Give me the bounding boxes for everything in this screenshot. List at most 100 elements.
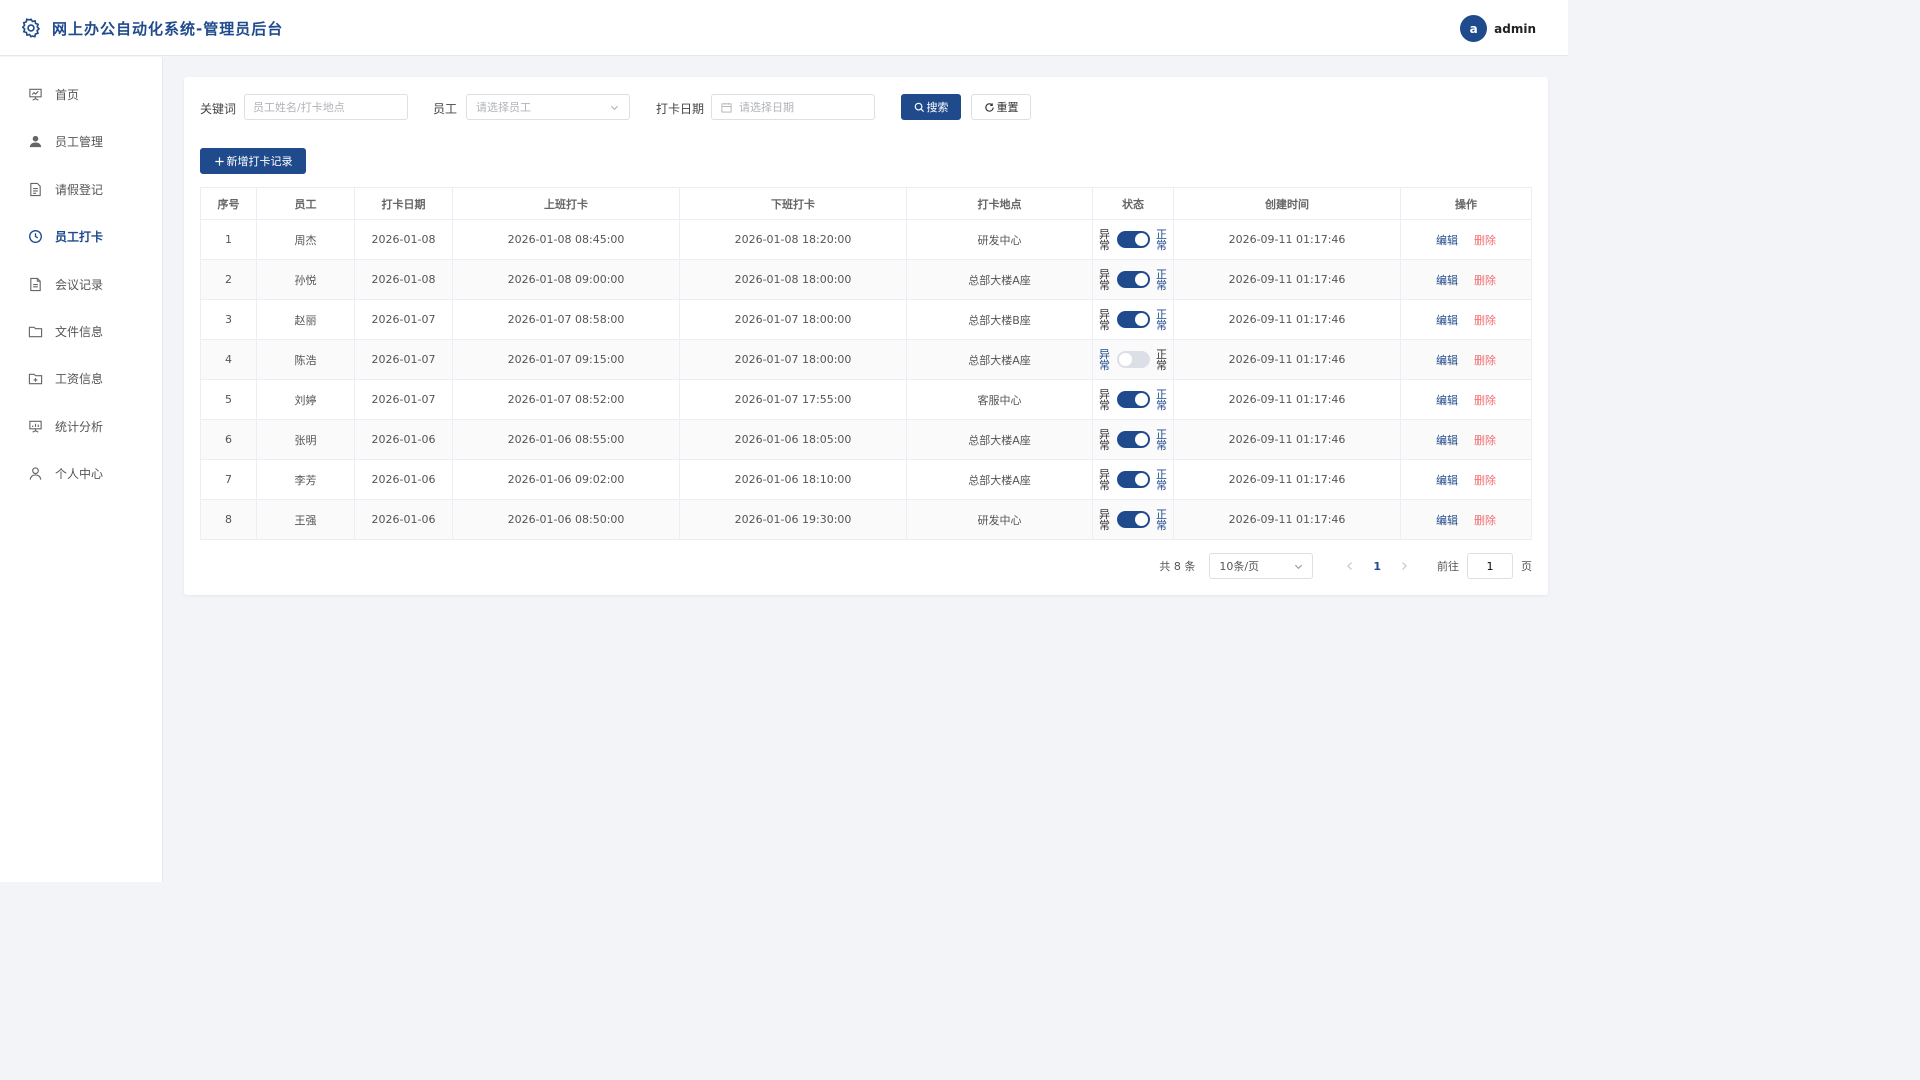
toggle-knob xyxy=(1134,473,1148,486)
edit-button[interactable]: 编辑 xyxy=(1436,354,1458,367)
status-toggle[interactable] xyxy=(1116,311,1150,328)
sidebar-item-label: 员工打卡 xyxy=(55,229,104,244)
page-size-select[interactable]: 10条/页 xyxy=(1209,553,1314,579)
column-header: 操作 xyxy=(1400,187,1532,220)
search-button[interactable]: 搜索 xyxy=(901,94,961,120)
cell-date: 2026-01-08 xyxy=(354,219,453,260)
cell-clock-in: 2026-01-06 08:55:00 xyxy=(452,419,680,460)
edit-button[interactable]: 编辑 xyxy=(1436,514,1458,527)
status-toggle[interactable] xyxy=(1116,231,1150,248)
user-menu[interactable]: a admin xyxy=(1460,15,1536,42)
status-toggle[interactable] xyxy=(1116,431,1150,448)
cell-actions: 编辑 删除 xyxy=(1400,419,1532,460)
date-picker[interactable]: 请选择日期 xyxy=(711,94,875,120)
status-toggle[interactable] xyxy=(1116,271,1150,288)
reset-button[interactable]: 重置 xyxy=(971,94,1031,120)
delete-button[interactable]: 删除 xyxy=(1474,514,1496,527)
sidebar-item-attendance[interactable]: 员工打卡 xyxy=(0,216,163,256)
status-on-char: 常 xyxy=(1156,478,1167,492)
toggle-knob xyxy=(1134,433,1148,446)
status-toggle[interactable] xyxy=(1116,511,1150,528)
edit-button[interactable]: 编辑 xyxy=(1436,394,1458,407)
sidebar-item-label: 统计分析 xyxy=(55,419,104,434)
cell-status: 异常 正常 xyxy=(1092,219,1174,260)
column-header: 下班打卡 xyxy=(679,187,907,220)
cell-employee: 周杰 xyxy=(256,219,355,260)
sidebar: 首页 员工管理 请假登记 员工打卡 会议记录 文件信息 工资信息 统计分析 个人… xyxy=(0,57,163,882)
sidebar-item-meeting-records[interactable]: 会议记录 xyxy=(0,264,163,304)
goto-page-input[interactable] xyxy=(1467,553,1513,579)
cell-clock-out: 2026-01-08 18:20:00 xyxy=(679,219,907,260)
delete-button[interactable]: 删除 xyxy=(1474,234,1496,247)
cell-employee: 刘婷 xyxy=(256,379,355,420)
status-toggle[interactable] xyxy=(1116,351,1150,368)
status-on-text: 正常 xyxy=(1156,229,1168,251)
cell-clock-in: 2026-01-07 08:52:00 xyxy=(452,379,680,420)
delete-button[interactable]: 删除 xyxy=(1474,354,1496,367)
cell-location: 总部大楼B座 xyxy=(906,299,1093,340)
column-header: 打卡日期 xyxy=(354,187,453,220)
status-on-char: 正 xyxy=(1156,227,1167,241)
sidebar-item-label: 会议记录 xyxy=(55,277,104,292)
table-header-row: 序号 员工 打卡日期 上班打卡 下班打卡 打卡地点 状态 创建时间 操作 xyxy=(200,187,1532,220)
delete-button[interactable]: 删除 xyxy=(1474,314,1496,327)
sidebar-item-leave-registration[interactable]: 请假登记 xyxy=(0,169,163,209)
sidebar-item-employee-management[interactable]: 员工管理 xyxy=(0,121,163,161)
sidebar-item-label: 个人中心 xyxy=(55,466,104,481)
status-off-text: 异常 xyxy=(1099,429,1111,451)
sidebar-item-statistics[interactable]: 统计分析 xyxy=(0,406,163,446)
user-icon xyxy=(29,135,42,147)
sidebar-item-file-info[interactable]: 文件信息 xyxy=(0,311,163,351)
cell-index: 2 xyxy=(200,259,257,300)
keyword-input[interactable] xyxy=(244,94,408,120)
column-header: 创建时间 xyxy=(1173,187,1401,220)
username[interactable]: admin xyxy=(1494,22,1536,36)
reset-button-label: 重置 xyxy=(996,101,1019,114)
cell-status: 异常正常 xyxy=(1092,459,1174,500)
page-number[interactable]: 1 xyxy=(1373,560,1381,573)
add-record-button-label: 新增打卡记录 xyxy=(226,155,293,168)
sidebar-item-label: 工资信息 xyxy=(55,371,104,386)
sidebar-item-label: 员工管理 xyxy=(55,134,104,149)
edit-button[interactable]: 编辑 xyxy=(1436,434,1458,447)
edit-button[interactable]: 编辑 xyxy=(1436,474,1458,487)
status-off-char: 异 xyxy=(1099,307,1110,321)
status-toggle[interactable] xyxy=(1116,391,1150,408)
cell-date: 2026-01-07 xyxy=(354,299,453,340)
sidebar-item-personal-center[interactable]: 个人中心 xyxy=(0,453,163,493)
edit-button[interactable]: 编辑 xyxy=(1436,234,1458,247)
status-off-text: 异常 xyxy=(1099,229,1111,251)
status-off-char: 常 xyxy=(1099,398,1110,412)
delete-button[interactable]: 删除 xyxy=(1474,474,1496,487)
status-off-text: 异常 xyxy=(1099,309,1111,331)
status-toggle[interactable] xyxy=(1116,471,1150,488)
column-header: 上班打卡 xyxy=(452,187,680,220)
column-header: 序号 xyxy=(200,187,257,220)
cell-clock-out: 2026-01-06 18:10:00 xyxy=(679,459,907,500)
cell-clock-out: 2026-01-07 18:00:00 xyxy=(679,339,907,380)
status-on-char: 正 xyxy=(1156,307,1167,321)
sidebar-item-home[interactable]: 首页 xyxy=(0,74,163,114)
cell-location: 总部大楼A座 xyxy=(906,419,1093,460)
folder-add-icon xyxy=(28,373,43,384)
status-on-char: 正 xyxy=(1156,467,1167,481)
main-card: 关键词 员工 请选择员工 打卡日期 请选择日期 搜索 重置 新增打卡记录 序号 … xyxy=(184,77,1548,595)
employee-select[interactable]: 请选择员工 xyxy=(466,94,630,120)
status-off-char: 异 xyxy=(1099,427,1110,441)
edit-button[interactable]: 编辑 xyxy=(1436,274,1458,287)
delete-button[interactable]: 删除 xyxy=(1474,434,1496,447)
add-record-button[interactable]: 新增打卡记录 xyxy=(200,148,306,174)
prev-page-icon[interactable] xyxy=(1343,559,1357,573)
chart-board-icon xyxy=(29,420,42,433)
cell-index: 5 xyxy=(200,379,257,420)
sidebar-item-salary-info[interactable]: 工资信息 xyxy=(0,358,163,398)
edit-button[interactable]: 编辑 xyxy=(1436,314,1458,327)
cell-location: 总部大楼A座 xyxy=(906,459,1093,500)
status-on-char: 常 xyxy=(1156,278,1167,292)
delete-button[interactable]: 删除 xyxy=(1474,394,1496,407)
status-off-char: 异 xyxy=(1099,507,1110,521)
status-on-char: 常 xyxy=(1156,438,1167,452)
delete-button[interactable]: 删除 xyxy=(1474,274,1496,287)
avatar[interactable]: a xyxy=(1460,15,1488,42)
next-page-icon[interactable] xyxy=(1397,559,1411,573)
